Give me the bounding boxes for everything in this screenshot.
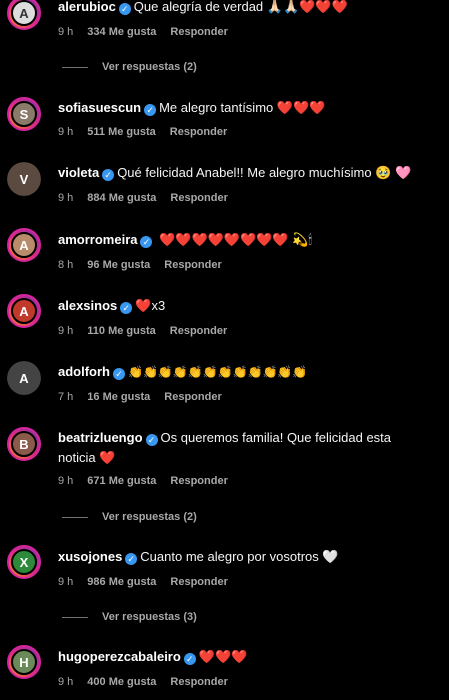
avatar[interactable]: V xyxy=(7,162,41,196)
reply-button[interactable]: Responder xyxy=(170,192,227,204)
likes-count[interactable]: 884 Me gusta xyxy=(87,192,156,204)
divider xyxy=(62,516,88,518)
likes-count[interactable]: 400 Me gusta xyxy=(87,676,156,688)
likes-count[interactable]: 16 Me gusta xyxy=(87,391,150,403)
time: 9 h xyxy=(58,576,74,588)
username[interactable]: sofiasuescun xyxy=(58,100,141,115)
username[interactable]: alexsinos xyxy=(58,298,117,313)
verified-check-icon: ✓ xyxy=(102,169,115,181)
likes-count[interactable]: 334 Me gusta xyxy=(87,26,156,38)
divider xyxy=(62,616,88,618)
verified-check-icon: ✓ xyxy=(113,368,125,380)
verified-check-icon: ✓ xyxy=(144,104,157,116)
reply-button[interactable]: Responder xyxy=(170,26,227,38)
likes-count[interactable]: 96 Me gusta xyxy=(87,259,150,271)
likes-count[interactable]: 671 Me gusta xyxy=(87,475,156,487)
view-replies[interactable]: Ver respuestas (2) xyxy=(62,60,197,74)
username[interactable]: alerubioc xyxy=(58,0,116,14)
view-replies[interactable]: Ver respuestas (3) xyxy=(62,610,197,624)
comment-text: Que alegría de verdad xyxy=(133,0,264,14)
comment-text: Cuanto me alegro por vosotros xyxy=(140,549,319,564)
username[interactable]: adolforh xyxy=(58,364,110,379)
reply-button[interactable]: Responder xyxy=(170,676,227,688)
reply-button[interactable]: Responder xyxy=(170,475,227,487)
comment-emoji: ❤️❤️❤️ xyxy=(198,649,248,664)
avatar[interactable]: S xyxy=(7,97,41,131)
comment-emoji: ❤️ xyxy=(99,450,116,465)
time: 7 h xyxy=(58,391,74,403)
likes-count[interactable]: 511 Me gusta xyxy=(87,126,155,138)
avatar[interactable]: H xyxy=(7,645,41,679)
view-replies-label: Ver respuestas (3) xyxy=(102,611,197,623)
time: 9 h xyxy=(58,475,74,487)
comment-emoji: 🥹 🩷 xyxy=(375,165,412,180)
reply-button[interactable]: Responder xyxy=(170,576,227,588)
comment-emoji: 🙏🏻🙏🏻❤️❤️❤️ xyxy=(266,0,348,14)
username[interactable]: beatrizluengo xyxy=(58,430,143,445)
view-replies-label: Ver respuestas (2) xyxy=(102,511,197,523)
likes-count[interactable]: 986 Me gusta xyxy=(87,576,156,588)
username[interactable]: amorromeira xyxy=(58,232,137,247)
comment-emoji: ❤️❤️❤️❤️❤️❤️❤️❤️ 💫🕯 xyxy=(159,232,313,247)
reply-button[interactable]: Responder xyxy=(164,391,221,403)
verified-check-icon: ✓ xyxy=(125,553,138,565)
comment-emoji: 👏👏👏👏👏👏👏👏👏👏👏👏 xyxy=(128,365,308,379)
view-replies[interactable]: Ver respuestas (2) xyxy=(62,510,197,524)
avatar[interactable]: B xyxy=(7,427,41,461)
avatar[interactable]: X xyxy=(7,545,41,579)
avatar[interactable]: A xyxy=(7,228,41,262)
time: 9 h xyxy=(58,192,74,204)
comment-emoji: 🤍 xyxy=(322,549,339,564)
verified-check-icon: ✓ xyxy=(120,302,133,314)
time: 9 h xyxy=(58,126,74,138)
avatar[interactable]: A xyxy=(7,361,41,395)
verified-check-icon: ✓ xyxy=(118,3,131,15)
username[interactable]: violeta xyxy=(58,165,99,180)
comment-text: Me alegro tantísimo xyxy=(159,100,274,115)
verified-check-icon: ✓ xyxy=(145,434,158,446)
verified-check-icon: ✓ xyxy=(183,653,196,665)
likes-count[interactable]: 110 Me gusta xyxy=(87,325,155,337)
divider xyxy=(62,66,88,68)
time: 8 h xyxy=(58,259,74,271)
comment-text: Qué felicidad Anabel!! Me alegro muchísi… xyxy=(117,165,372,180)
verified-check-icon: ✓ xyxy=(140,236,153,248)
time: 9 h xyxy=(58,676,74,688)
username[interactable]: xusojones xyxy=(58,549,122,564)
view-replies-label: Ver respuestas (2) xyxy=(102,61,197,73)
username[interactable]: hugoperezcabaleiro xyxy=(58,649,181,664)
reply-button[interactable]: Responder xyxy=(170,126,227,138)
reply-button[interactable]: Responder xyxy=(170,325,227,337)
avatar[interactable]: A xyxy=(7,294,41,328)
time: 9 h xyxy=(58,26,74,38)
avatar[interactable]: A xyxy=(7,0,41,30)
reply-button[interactable]: Responder xyxy=(164,259,221,271)
comment-emoji: ❤️❤️❤️ xyxy=(276,100,326,115)
time: 9 h xyxy=(58,325,74,337)
comment-text: x3 xyxy=(151,298,166,313)
comment-emoji: ❤️ xyxy=(135,298,152,313)
